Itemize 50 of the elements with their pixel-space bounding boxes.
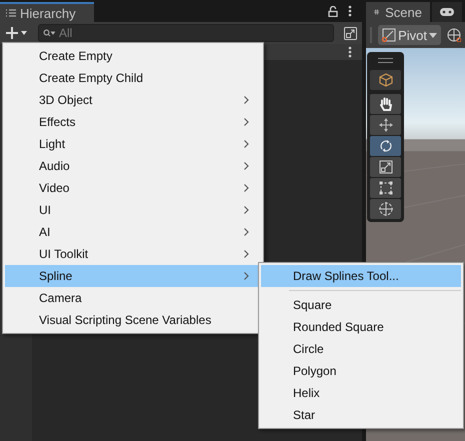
- search-field[interactable]: All: [38, 24, 334, 42]
- menu-item[interactable]: 3D Object: [5, 89, 261, 111]
- menu-item[interactable]: Video: [5, 177, 261, 199]
- menu-item[interactable]: Effects: [5, 111, 261, 133]
- menu-item[interactable]: UI: [5, 199, 261, 221]
- caret-icon: [429, 32, 437, 38]
- hierarchy-tab[interactable]: Hierarchy: [0, 2, 94, 22]
- menu-item[interactable]: Spline: [5, 265, 261, 287]
- gamepad-icon: [440, 8, 454, 16]
- cube-tool-button[interactable]: [370, 70, 401, 90]
- menu-item[interactable]: Helix: [261, 382, 461, 404]
- menu-item[interactable]: Audio: [5, 155, 261, 177]
- cube-icon: [378, 73, 392, 87]
- hand-icon: [378, 97, 392, 111]
- lock-icon[interactable]: [328, 6, 338, 16]
- scene-tab[interactable]: Scene: [366, 2, 430, 22]
- menu-item[interactable]: Polygon: [261, 360, 461, 382]
- menu-item[interactable]: UI Toolkit: [5, 243, 261, 265]
- more-icon[interactable]: [348, 46, 352, 58]
- gamepad-tab[interactable]: [432, 2, 462, 22]
- menu-item[interactable]: Visual Scripting Scene Variables: [5, 309, 261, 331]
- menu-item[interactable]: Square: [261, 294, 461, 316]
- menu-item[interactable]: AI: [5, 221, 261, 243]
- menu-item[interactable]: Rounded Square: [261, 316, 461, 338]
- move-icon: [378, 118, 392, 132]
- more-icon[interactable]: [348, 5, 352, 17]
- rect-tool-icon: [378, 181, 392, 195]
- globe-icon[interactable]: [447, 28, 461, 42]
- rotate-tool-button[interactable]: [370, 136, 401, 156]
- pivot-dropdown[interactable]: Pivot: [378, 25, 441, 45]
- move-tool-button[interactable]: [370, 115, 401, 135]
- transform-icon: [378, 201, 394, 217]
- menu-item[interactable]: Draw Splines Tool...: [261, 265, 461, 287]
- hand-tool-button[interactable]: [370, 94, 401, 114]
- scale-tool-button[interactable]: [370, 157, 401, 177]
- menu-item[interactable]: Star: [261, 404, 461, 426]
- rotate-icon: [378, 139, 392, 153]
- rect-tool-button[interactable]: [370, 178, 401, 198]
- menu-item[interactable]: Camera: [5, 287, 261, 309]
- hash-icon: [374, 7, 380, 17]
- transform-tool-button[interactable]: [370, 199, 401, 219]
- scale-icon: [378, 160, 392, 174]
- menu-item[interactable]: Circle: [261, 338, 461, 360]
- menu-item[interactable]: Create Empty: [5, 45, 261, 67]
- list-icon: [6, 9, 16, 17]
- menu-item[interactable]: Create Empty Child: [5, 67, 261, 89]
- menu-item[interactable]: Light: [5, 133, 261, 155]
- add-icon[interactable]: [6, 27, 28, 39]
- pivot-icon: [382, 28, 396, 42]
- expand-icon[interactable]: [344, 26, 357, 40]
